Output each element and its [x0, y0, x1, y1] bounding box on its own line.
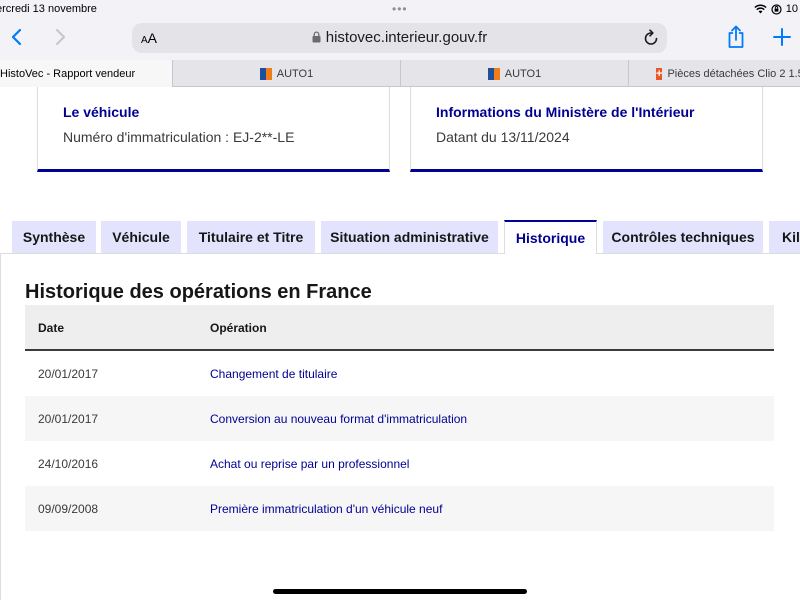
web-page: Le véhicule Numéro d'immatriculation : E…	[0, 87, 800, 600]
status-bar: ercredi 13 novembre ••• 10	[0, 0, 800, 18]
report-tabs: Synthèse Véhicule Titulaire et Titre Sit…	[0, 220, 800, 254]
tab-controles-techniques[interactable]: Contrôles techniques	[603, 221, 763, 253]
row-date: 24/10/2016	[38, 457, 99, 471]
ministry-info-card: Informations du Ministère de l'Intérieur…	[410, 87, 763, 172]
share-icon[interactable]	[726, 25, 746, 49]
url-display[interactable]: histovec.interieur.gouv.fr	[132, 29, 667, 46]
row-date: 20/01/2017	[38, 367, 99, 381]
table-header: Date Opération	[25, 305, 774, 351]
row-operation: Conversion au nouveau format d'immatricu…	[210, 412, 468, 426]
row-operation: Première immatriculation d'un véhicule n…	[210, 502, 443, 516]
tab-situation-administrative[interactable]: Situation administrative	[321, 221, 498, 253]
tab-synthese[interactable]: Synthèse	[12, 221, 96, 253]
multitasking-dots[interactable]: •••	[392, 2, 408, 16]
tab-vehicule[interactable]: Véhicule	[101, 221, 181, 253]
report-date-text: Datant du 13/11/2024	[436, 129, 570, 145]
tab-titulaire[interactable]: Titulaire et Titre	[187, 221, 315, 253]
column-header-operation: Opération	[210, 321, 267, 335]
vehicle-card-title: Le véhicule	[63, 104, 140, 120]
address-bar[interactable]: AA histovec.interieur.gouv.fr	[132, 23, 667, 53]
auto1-favicon-icon	[487, 67, 500, 80]
home-indicator[interactable]	[273, 589, 527, 594]
auto1-favicon-icon	[259, 67, 272, 80]
history-title: Historique des opérations en France	[25, 281, 372, 303]
back-icon[interactable]	[8, 27, 26, 47]
table-row: 20/01/2017 Changement de titulaire	[25, 351, 774, 396]
tab-historique[interactable]: Historique	[504, 220, 597, 254]
browser-tab-auto1-second[interactable]: AUTO1	[400, 60, 628, 87]
plus-favicon-icon: +	[656, 67, 663, 80]
browser-tab-label: HistoVec - Rapport vendeur	[0, 67, 136, 80]
new-tab-plus-icon[interactable]	[772, 27, 792, 47]
table-row: 09/09/2008 Première immatriculation d'un…	[25, 486, 774, 531]
wifi-icon	[754, 4, 767, 14]
battery-percentage: 10	[785, 3, 798, 15]
browser-tab-pieces[interactable]: + Pièces détachées Clio 2 1.5	[628, 60, 800, 87]
tab-kilometrage[interactable]: Kil	[769, 221, 800, 253]
browser-toolbar: AA histovec.interieur.gouv.fr	[0, 18, 800, 60]
browser-tab-label: AUTO1	[276, 67, 314, 80]
registration-number-text: Numéro d'immatriculation : EJ-2**-LE	[63, 129, 295, 145]
row-date: 20/01/2017	[38, 412, 99, 426]
browser-tab-auto1[interactable]: AUTO1	[172, 60, 400, 87]
row-operation: Changement de titulaire	[210, 367, 338, 381]
row-operation: Achat ou reprise par un professionnel	[210, 457, 410, 471]
browser-tab-label: AUTO1	[504, 67, 542, 80]
lock-icon	[312, 31, 321, 43]
browser-tab-bar: HistoVec - Rapport vendeur AUTO1 AUTO1 +…	[0, 60, 800, 87]
url-text: histovec.interieur.gouv.fr	[325, 29, 488, 46]
status-date: ercredi 13 novembre	[0, 3, 97, 15]
table-row: 20/01/2017 Conversion au nouveau format …	[25, 396, 774, 441]
row-date: 09/09/2008	[38, 502, 99, 516]
browser-tab-label: Pièces détachées Clio 2 1.5	[667, 67, 800, 80]
status-indicators: 10	[754, 3, 798, 15]
reload-icon[interactable]	[643, 29, 659, 46]
forward-icon[interactable]	[51, 27, 69, 47]
vehicle-card: Le véhicule Numéro d'immatriculation : E…	[37, 87, 390, 172]
browser-tab-histovec[interactable]: HistoVec - Rapport vendeur	[0, 60, 172, 87]
column-header-date: Date	[38, 321, 65, 335]
ministry-card-title: Informations du Ministère de l'Intérieur	[436, 104, 695, 120]
table-row: 24/10/2016 Achat ou reprise par un profe…	[25, 441, 774, 486]
history-table: Date Opération 20/01/2017 Changement de …	[25, 305, 774, 531]
orientation-lock-icon	[771, 3, 782, 15]
